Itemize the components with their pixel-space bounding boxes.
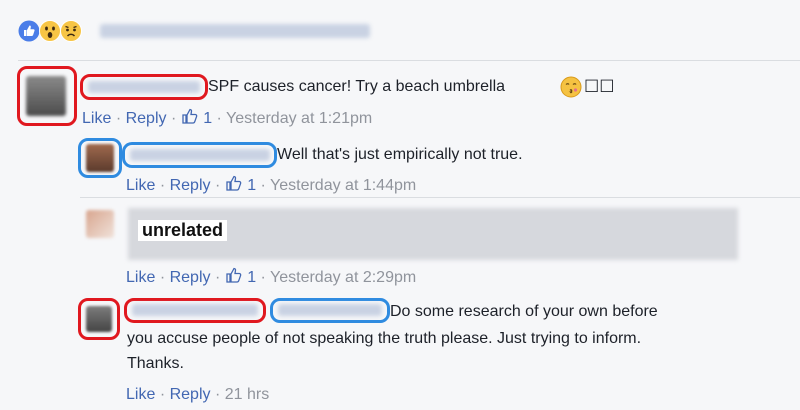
avatar[interactable] [26,76,66,116]
kiss-emoji-icon [560,76,582,98]
like-link[interactable]: Like [126,177,155,194]
reply-link[interactable]: Reply [170,269,211,286]
like-count-icon [182,108,198,124]
timestamp[interactable]: 21 hrs [225,386,269,403]
unrelated-label: unrelated [138,220,228,241]
avatar[interactable] [86,306,112,332]
divider [80,197,800,198]
like-link[interactable]: Like [126,386,155,403]
comment-text-line-2: you accuse people of not speaking the tr… [127,330,642,347]
comment-actions: Like · Reply · 1 · Yesterday at 1:44pm [126,174,416,196]
comment: SPF causes cancer! Try a beach umbrella … [0,64,800,134]
avatar[interactable] [86,210,114,238]
timestamp[interactable]: Yesterday at 1:44pm [270,177,416,194]
like-count[interactable]: 1 [247,177,256,194]
separator: · [260,269,266,286]
author-name-blurred[interactable] [130,149,270,161]
separator: · [214,269,221,286]
like-count-icon [226,175,242,191]
reply-link[interactable]: Reply [170,386,211,403]
like-link[interactable]: Like [82,110,111,127]
separator: · [216,110,222,127]
mentioned-name-blurred[interactable] [278,304,382,316]
like-link[interactable]: Like [126,269,155,286]
comment-actions: Like · Reply · 1 · Yesterday at 1:21pm [82,107,372,129]
timestamp[interactable]: Yesterday at 2:29pm [270,269,416,286]
reactors-names-blurred [100,24,370,38]
author-name-blurred[interactable] [132,304,258,316]
like-count[interactable]: 1 [203,110,212,127]
unrendered-glyphs: ☐☐ [584,77,615,96]
reply-comment: Do some research of your own before you … [0,294,800,410]
like-icon [18,20,40,42]
like-count-icon [226,267,242,283]
separator: · [115,110,122,127]
comment-text-line-3: Thanks. [127,355,184,372]
separator: · [170,110,177,127]
timestamp[interactable]: Yesterday at 1:21pm [226,110,372,127]
separator: · [159,386,166,403]
separator: · [214,177,221,194]
comment-text-line-1: Do some research of your own before [390,303,658,320]
reactions-bar[interactable] [18,18,378,46]
separator: · [159,177,166,194]
avatar[interactable] [86,144,114,172]
comment-actions: Like · Reply · 21 hrs [126,385,269,405]
author-name-blurred[interactable] [88,81,200,93]
separator: · [214,386,221,403]
comment-text: Well that's just empirically not true. [277,146,523,163]
separator: · [260,177,266,194]
like-count[interactable]: 1 [247,269,256,286]
comment-actions: Like · Reply · 1 · Yesterday at 2:29pm [126,266,416,288]
reply-link[interactable]: Reply [126,110,167,127]
divider [18,60,800,61]
comment-text: SPF causes cancer! Try a beach umbrella [208,78,506,95]
separator: · [159,269,166,286]
reply-link[interactable]: Reply [170,177,211,194]
wow-icon [39,20,61,42]
reply-comment: unrelated Like · Reply · 1 · Yesterday a… [0,200,800,290]
reply-comment: Well that's just empirically not true. L… [0,136,800,196]
sad-icon [60,20,82,42]
